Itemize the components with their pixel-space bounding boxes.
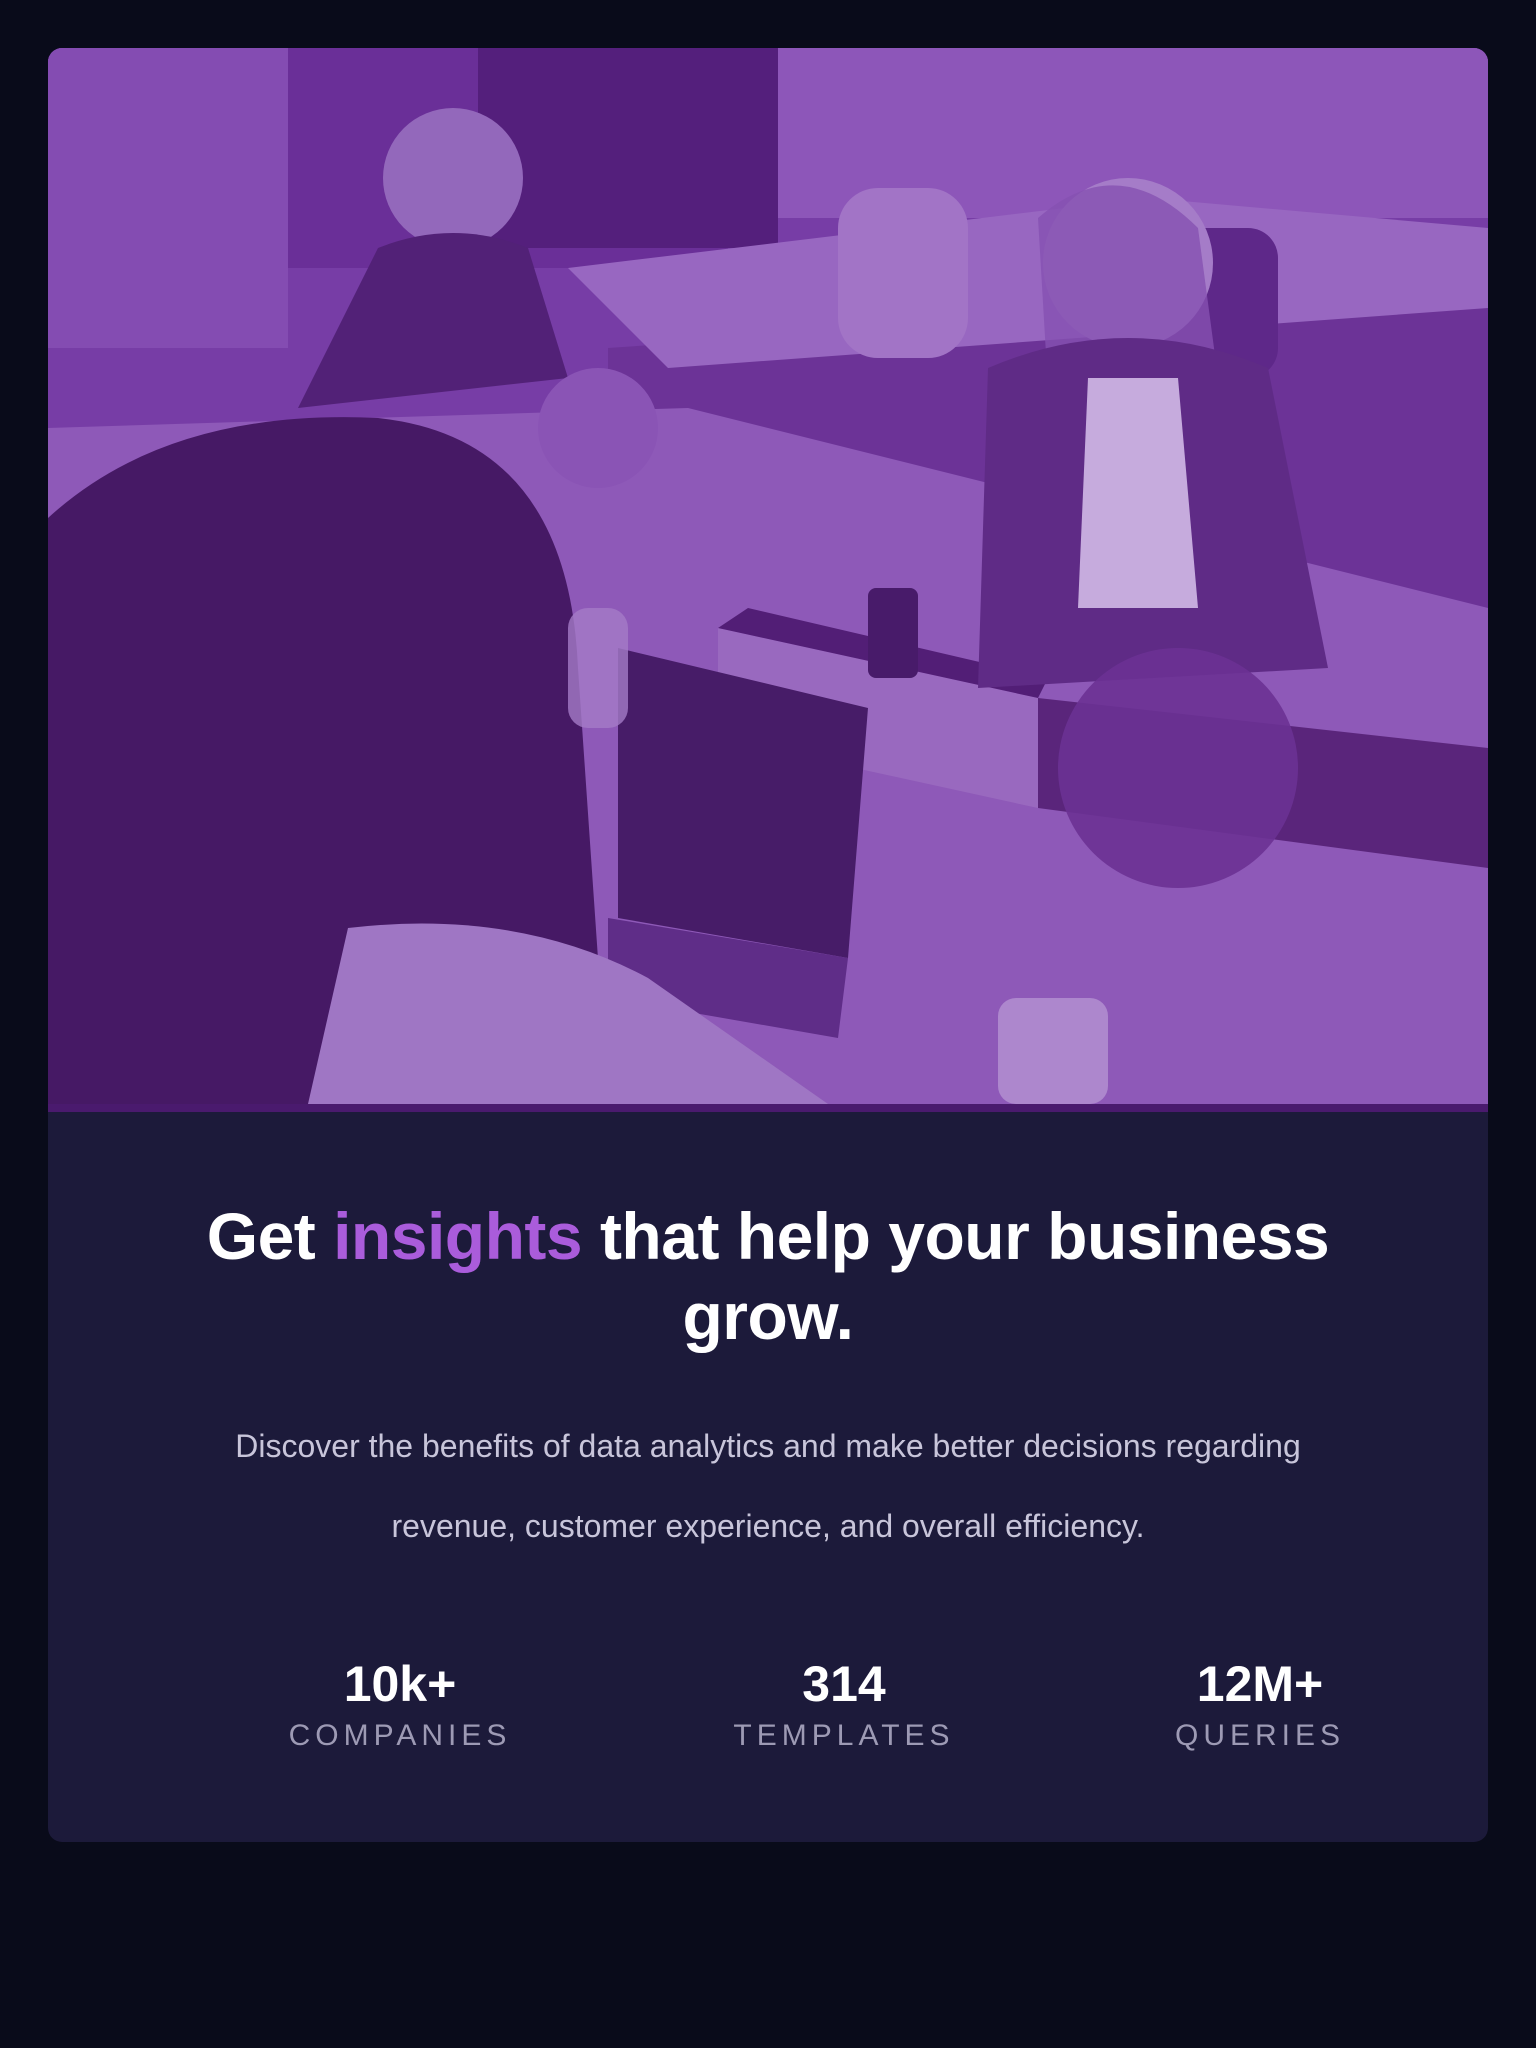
headline-end: that help your business grow. xyxy=(582,1199,1330,1353)
stats-row: 10k+ COMPANIES 314 TEMPLATES 12M+ QUERIE… xyxy=(48,1654,1488,1774)
stat-value: 314 xyxy=(802,1656,886,1712)
stat-label: TEMPLATES xyxy=(733,1719,955,1752)
stat-templates: 314 TEMPLATES xyxy=(674,1654,1014,1756)
headline: Get insights that help your business gro… xyxy=(168,1196,1368,1356)
stat-queries: 12M+ QUERIES xyxy=(1090,1654,1430,1756)
description: Discover the benefits of data analytics … xyxy=(235,1428,1301,1544)
stat-label: QUERIES xyxy=(1174,1719,1346,1752)
stat-label: COMPANIES xyxy=(288,1719,512,1752)
stat-value: 12M+ xyxy=(1196,1656,1324,1712)
hero-image xyxy=(48,48,1488,1112)
insights-card: Get insights that help your business gro… xyxy=(48,48,1488,1842)
stat-value: 10k+ xyxy=(343,1656,457,1712)
office-team-photo xyxy=(48,48,1488,1104)
stat-companies: 10k+ COMPANIES xyxy=(230,1654,570,1756)
headline-accent-word: insights xyxy=(333,1199,583,1273)
headline-start: Get xyxy=(206,1199,334,1273)
hero-divider xyxy=(48,1104,1488,1112)
content-section: Get insights that help your business gro… xyxy=(48,1112,1488,1566)
